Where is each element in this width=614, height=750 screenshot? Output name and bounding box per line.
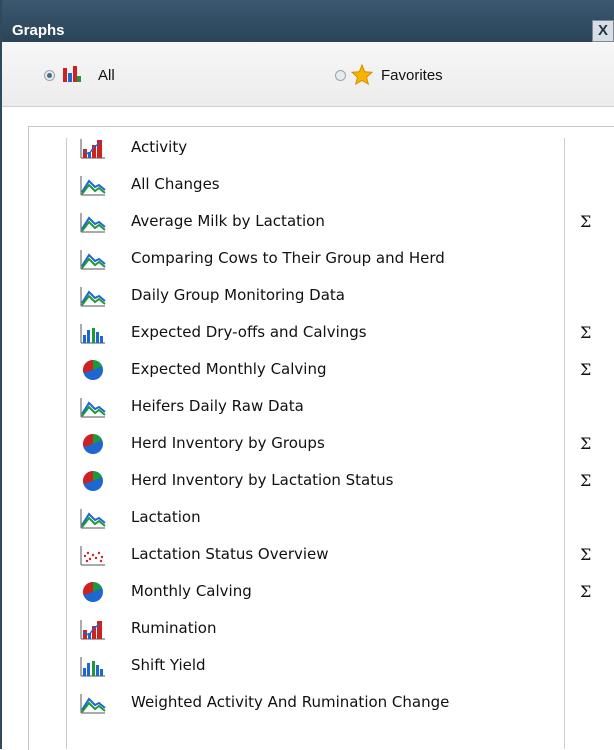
- graph-label: Average Milk by Lactation: [131, 212, 325, 230]
- graphs-window: Graphs X All Favorites Activity All Chang…: [0, 0, 614, 750]
- all-radio[interactable]: [44, 70, 55, 81]
- graph-list-item[interactable]: Expected Dry-offs and Calvings: [68, 315, 568, 352]
- graph-label: Weighted Activity And Rumination Change: [131, 693, 450, 711]
- graph-list-item[interactable]: Heifers Daily Raw Data: [68, 389, 568, 426]
- graph-label: Daily Group Monitoring Data: [131, 286, 345, 304]
- favorites-label[interactable]: Favorites: [381, 67, 443, 84]
- graph-list-item[interactable]: Herd Inventory by Groups: [68, 426, 568, 463]
- graph-list-item[interactable]: Monthly Calving: [68, 574, 568, 611]
- favorites-radio[interactable]: [335, 70, 346, 81]
- line-chart-icon: [80, 175, 106, 196]
- window-title: Graphs: [12, 22, 65, 39]
- graph-list-item[interactable]: All Changes: [68, 167, 568, 204]
- summary-sigma: Σ: [580, 212, 592, 231]
- graph-label: Herd Inventory by Groups: [131, 434, 325, 452]
- bar-chart-red-icon: [80, 619, 106, 640]
- line-chart-icon: [80, 249, 106, 270]
- list-divider: [66, 138, 67, 749]
- summary-sigma: Σ: [580, 471, 592, 490]
- line-chart-icon: [80, 397, 106, 418]
- graph-label: Lactation: [131, 508, 201, 526]
- pie-chart-icon: [83, 582, 103, 602]
- summary-sigma: Σ: [580, 545, 592, 564]
- line-chart-icon: [80, 286, 106, 307]
- graph-list-item[interactable]: Shift Yield: [68, 648, 568, 685]
- star-icon: [351, 64, 373, 85]
- graph-label: Rumination: [131, 619, 217, 637]
- title-bar: Graphs X: [2, 0, 614, 42]
- graph-label: Expected Monthly Calving: [131, 360, 327, 378]
- line-chart-icon: [80, 693, 106, 714]
- graph-label: All Changes: [131, 175, 220, 193]
- all-label[interactable]: All: [98, 67, 115, 84]
- pie-chart-icon: [83, 360, 103, 380]
- summary-sigma: Σ: [580, 360, 592, 379]
- line-chart-icon: [80, 508, 106, 529]
- graph-list-item[interactable]: Daily Group Monitoring Data: [68, 278, 568, 315]
- graph-list-item[interactable]: Average Milk by Lactation: [68, 204, 568, 241]
- graph-label: Shift Yield: [131, 656, 206, 674]
- graph-label: Herd Inventory by Lactation Status: [131, 471, 394, 489]
- all-graphs-icon: [63, 66, 81, 82]
- graph-list-item[interactable]: Rumination: [68, 611, 568, 648]
- line-chart-icon: [80, 212, 106, 233]
- graph-list-item[interactable]: Expected Monthly Calving: [68, 352, 568, 389]
- graph-list-item[interactable]: Comparing Cows to Their Group and Herd: [68, 241, 568, 278]
- graph-list-item[interactable]: Lactation: [68, 500, 568, 537]
- graph-label: Comparing Cows to Their Group and Herd: [131, 249, 445, 267]
- graph-label: Expected Dry-offs and Calvings: [131, 323, 367, 341]
- summary-sigma: Σ: [580, 582, 592, 601]
- summary-sigma: Σ: [580, 434, 592, 453]
- bar-chart-blue-icon: [80, 323, 106, 344]
- graph-label: Monthly Calving: [131, 582, 252, 600]
- graph-label: Heifers Daily Raw Data: [131, 397, 304, 415]
- scatter-chart-icon: [80, 545, 106, 566]
- graph-list-item[interactable]: Lactation Status Overview: [68, 537, 568, 574]
- summary-sigma: Σ: [580, 323, 592, 342]
- graph-label: Lactation Status Overview: [131, 545, 329, 563]
- bar-chart-blue-icon: [80, 656, 106, 677]
- bar-chart-red-icon: [80, 138, 106, 159]
- filter-bar: [2, 42, 614, 107]
- graph-list-item[interactable]: Activity: [68, 130, 568, 167]
- pie-chart-icon: [83, 434, 103, 454]
- close-button[interactable]: X: [592, 20, 614, 42]
- graph-label: Activity: [131, 138, 188, 156]
- pie-chart-icon: [83, 471, 103, 491]
- graph-list-item[interactable]: Herd Inventory by Lactation Status: [68, 463, 568, 500]
- graph-list-item[interactable]: Weighted Activity And Rumination Change: [68, 685, 568, 722]
